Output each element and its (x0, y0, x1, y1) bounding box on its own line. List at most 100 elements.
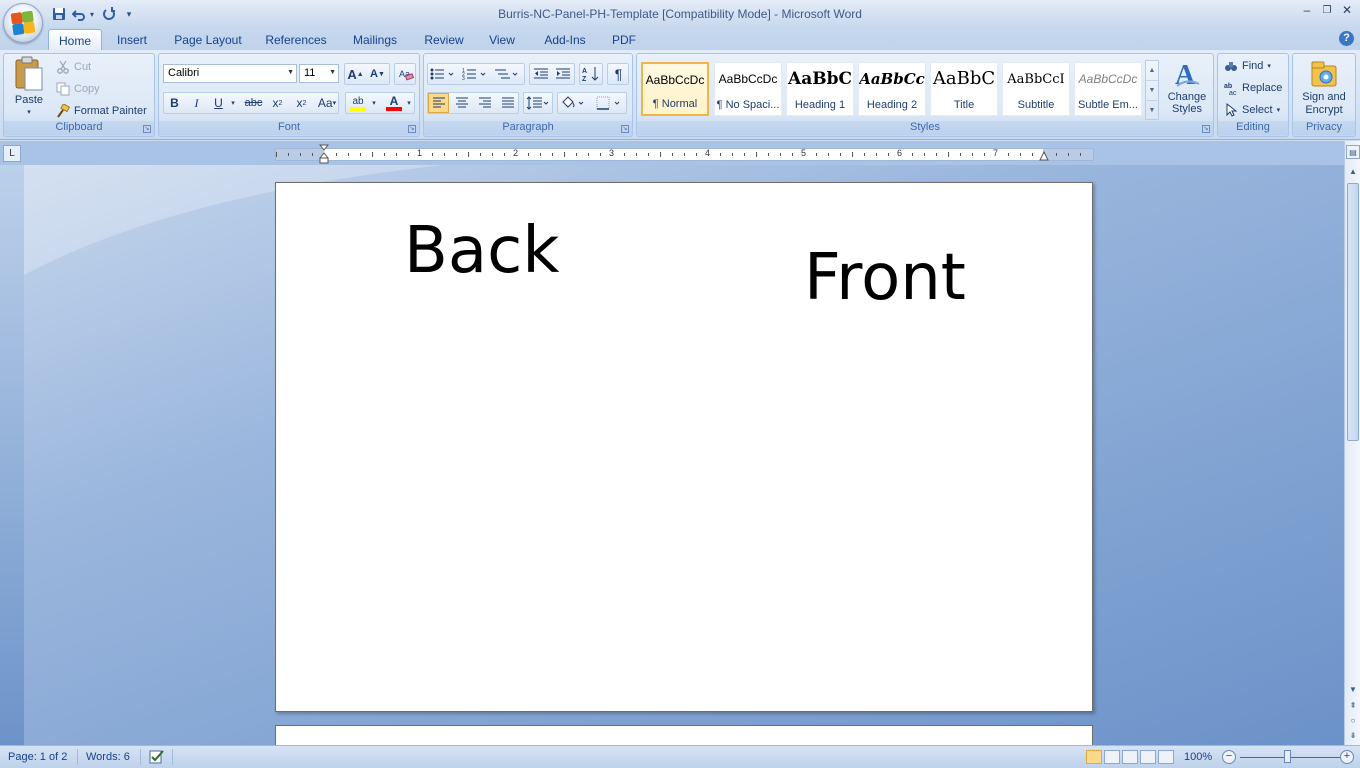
print-layout-view-icon[interactable] (1086, 750, 1102, 764)
zoom-out-icon[interactable]: − (1222, 750, 1236, 764)
bold-button[interactable]: B (164, 93, 185, 113)
right-indent-marker-icon[interactable] (1039, 151, 1049, 161)
minimize-button[interactable]: – (1300, 3, 1314, 17)
italic-button[interactable]: I (186, 93, 207, 113)
tab-review[interactable]: Review (418, 29, 470, 50)
font-launcher-icon[interactable]: ↘ (408, 125, 416, 133)
page-count[interactable]: Page: 1 of 2 (8, 751, 67, 763)
highlight-dropdown-icon[interactable]: ▾ (369, 93, 379, 113)
underline-dropdown-icon[interactable]: ▾ (228, 93, 238, 113)
sign-encrypt-button[interactable]: Sign and Encrypt (1295, 58, 1353, 117)
style-heading-1[interactable]: AaBbC Heading 1 (786, 62, 854, 116)
clipboard-launcher-icon[interactable]: ↘ (143, 125, 151, 133)
vertical-scrollbar[interactable]: ▤ ▲ ▼ ⇞ ○ ⇟ (1344, 141, 1360, 745)
line-spacing-button[interactable] (524, 93, 552, 113)
style-heading-2[interactable]: AaBbCc Heading 2 (858, 62, 926, 116)
numbering-button[interactable]: 123 (460, 64, 490, 84)
justify-button[interactable] (497, 93, 518, 113)
font-size-combo[interactable]: 11 ▼ (299, 64, 339, 83)
align-right-button[interactable] (474, 93, 495, 113)
next-page-icon[interactable]: ⇟ (1346, 729, 1360, 743)
gallery-more-icon[interactable]: ▼ (1146, 101, 1158, 121)
zoom-level[interactable]: 100% (1184, 751, 1212, 763)
bullets-button[interactable] (428, 64, 458, 84)
styles-gallery-scroll[interactable]: ▲ ▼ ▼ (1145, 60, 1159, 120)
tab-home[interactable]: Home (48, 29, 102, 50)
underline-button[interactable]: U (208, 93, 229, 113)
change-case-button[interactable]: Aa ▾ (315, 93, 339, 113)
draft-view-icon[interactable] (1158, 750, 1174, 764)
scroll-up-icon[interactable]: ▲ (1346, 165, 1360, 179)
close-button[interactable]: ✕ (1340, 3, 1354, 17)
document-page-2[interactable] (275, 725, 1093, 745)
restore-button[interactable]: ❐ (1320, 3, 1334, 17)
paragraph-launcher-icon[interactable]: ↘ (621, 125, 629, 133)
ruler-toggle-icon[interactable]: ▤ (1346, 145, 1360, 159)
copy-button[interactable]: Copy (56, 82, 100, 96)
scroll-down-icon[interactable]: ▼ (1346, 683, 1360, 697)
scroll-thumb[interactable] (1347, 183, 1359, 441)
decrease-indent-button[interactable] (530, 64, 551, 84)
word-count[interactable]: Words: 6 (86, 751, 130, 763)
tab-page-layout[interactable]: Page Layout (168, 29, 248, 50)
tab-mailings[interactable]: Mailings (346, 29, 404, 50)
style-subtle-emphasis[interactable]: AaBbCcDc Subtle Em... (1074, 62, 1142, 116)
shading-button[interactable] (558, 93, 588, 113)
front-text[interactable]: Front (804, 246, 966, 310)
style-no-spacing-sample: AaBbCcDc (718, 72, 778, 86)
style-no-spacing[interactable]: AaBbCcDc ¶ No Spaci... (714, 62, 782, 116)
paste-button[interactable]: Paste ▾ (8, 56, 50, 122)
grow-font-button[interactable]: A ▲ (345, 64, 366, 84)
indent-marker-icon[interactable] (319, 144, 329, 164)
increase-indent-button[interactable] (552, 64, 573, 84)
tab-view[interactable]: View (484, 29, 520, 50)
tab-selector[interactable]: L (3, 145, 21, 162)
multilevel-list-button[interactable] (492, 64, 522, 84)
cut-button[interactable]: Cut (56, 60, 91, 74)
zoom-slider-thumb[interactable] (1284, 750, 1291, 763)
previous-page-icon[interactable]: ⇞ (1346, 699, 1360, 713)
style-normal[interactable]: AaBbCcDc ¶ Normal (641, 62, 709, 116)
help-icon[interactable]: ? (1339, 31, 1354, 46)
format-painter-button[interactable]: Format Painter (56, 104, 147, 118)
tab-references[interactable]: References (262, 29, 330, 50)
replace-button[interactable]: ab ac Replace (1224, 81, 1282, 95)
clear-formatting-button[interactable]: Aa (395, 64, 416, 84)
align-center-button[interactable] (451, 93, 472, 113)
find-button[interactable]: Find ▾ (1224, 59, 1271, 73)
binoculars-icon (1225, 62, 1237, 71)
change-styles-button[interactable]: A Change Styles (1165, 58, 1209, 115)
tab-insert[interactable]: Insert (110, 29, 154, 50)
gallery-up-icon[interactable]: ▲ (1146, 61, 1158, 81)
shrink-font-button[interactable]: A ▼ (367, 64, 388, 84)
style-subtitle[interactable]: AaBbCcI Subtitle (1002, 62, 1070, 116)
gallery-down-icon[interactable]: ▼ (1146, 81, 1158, 101)
subscript-button[interactable]: x2 (267, 93, 288, 113)
select-button[interactable]: Select ▾ (1224, 103, 1280, 117)
tab-pdf[interactable]: PDF (606, 29, 642, 50)
full-screen-reading-icon[interactable] (1104, 750, 1120, 764)
zoom-in-icon[interactable]: + (1340, 750, 1354, 764)
show-formatting-button[interactable]: ¶ (608, 64, 629, 84)
web-layout-icon[interactable] (1122, 750, 1138, 764)
select-browse-object-icon[interactable]: ○ (1346, 714, 1360, 728)
document-page[interactable]: Back Front (275, 182, 1093, 712)
font-color-dropdown-icon[interactable]: ▾ (404, 93, 414, 113)
styles-launcher-icon[interactable]: ↘ (1202, 125, 1210, 133)
tab-add-ins[interactable]: Add-Ins (536, 29, 594, 50)
font-name-combo[interactable]: Calibri ▼ (163, 64, 297, 83)
superscript-button[interactable]: x2 (291, 93, 312, 113)
outline-view-icon[interactable] (1140, 750, 1156, 764)
back-text[interactable]: Back (404, 219, 559, 283)
proofing-icon[interactable] (148, 749, 166, 768)
borders-button[interactable] (594, 93, 624, 113)
font-name-value: Calibri (168, 67, 200, 79)
highlight-button[interactable]: ab (347, 93, 369, 113)
style-title[interactable]: AaBbC Title (930, 62, 998, 116)
align-left-button[interactable] (428, 93, 449, 113)
sort-button[interactable]: AZ (580, 64, 601, 84)
font-color-button[interactable]: A (383, 93, 405, 113)
office-button[interactable] (3, 3, 43, 43)
horizontal-ruler[interactable]: 1 2 3 4 5 6 7 (275, 144, 1094, 164)
strikethrough-button[interactable]: abc (243, 93, 264, 113)
